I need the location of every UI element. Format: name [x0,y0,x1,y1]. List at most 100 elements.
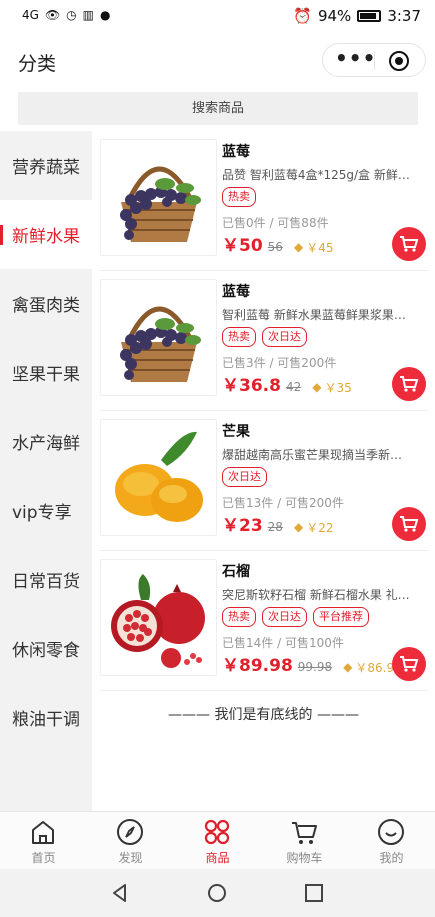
original-price: 42 [285,380,302,394]
sold-count: 已售14件 / 可售100件 [222,636,344,650]
sold-count: 已售13件 / 可售200件 [222,496,344,510]
vip-price-value: ￥35 [324,380,352,395]
product-image-grape-basket[interactable] [100,279,217,396]
add-to-cart-button[interactable] [392,647,426,681]
product-desc: 品赞 智利蓝莓4盒*125g/盒 新鲜… [222,168,410,182]
category-sidebar: 营养蔬菜 新鲜水果 禽蛋肉类 坚果干果 水产海鲜 vip专享 日常百货 休闲零食… [0,131,92,811]
add-to-cart-button[interactable] [392,227,426,261]
product-card[interactable]: 芒果 爆甜越南高乐蜜芒果现摘当季新… 次日达 已售13件 / 可售200件 ￥2… [92,411,435,551]
sidebar-item-daily[interactable]: 日常百货 [0,545,92,614]
recents-icon[interactable] [304,883,324,903]
sidebar-item-meat[interactable]: 禽蛋肉类 [0,269,92,338]
search-input[interactable]: 搜索商品 [18,92,418,125]
divider [100,690,428,691]
add-to-cart-button[interactable] [392,507,426,541]
close-target-icon[interactable] [389,51,409,71]
sidebar-item-fruits[interactable]: 新鲜水果 [0,200,92,269]
product-card[interactable]: 蓝莓 智利蓝莓 新鲜水果蓝莓鲜果浆果… 热卖 次日达 已售3件 / 可售200件… [92,271,435,411]
product-card[interactable]: 石榴 突尼斯软籽石榴 新鲜石榴水果 礼… 热卖 次日达 平台推荐 已售14件 /… [92,551,435,691]
tag-hot: 热卖 [222,187,256,207]
tab-home[interactable]: 首页 [0,812,87,870]
cart-icon [400,236,419,252]
tab-label: 首页 [31,851,56,865]
profile-icon [378,819,404,845]
tab-bar: 首页 发现 商品 购物车 我的 [0,811,435,869]
tab-products[interactable]: 商品 [174,812,261,870]
alarm-icon: ⏰ [293,7,312,25]
cart-icon [400,656,419,672]
cart-icon [400,376,419,392]
status-bar: 4G 👁 ◷ ▥ ● ⏰ 94% 3:37 [0,0,435,32]
sidebar-item-vegetables[interactable]: 营养蔬菜 [0,131,92,200]
tag-hot: 热卖 [222,607,256,627]
battery-icon [357,10,382,22]
price: ￥36.8 [222,376,281,396]
product-desc: 爆甜越南高乐蜜芒果现摘当季新… [222,448,403,462]
product-name: 芒果 [222,424,250,440]
grid-icon [204,819,230,845]
tag-hot: 热卖 [222,327,256,347]
sidebar-item-vip[interactable]: vip专享 [0,476,92,545]
back-icon[interactable] [110,883,130,903]
tag-next-day: 次日达 [262,607,307,627]
price-row: ￥50 56 ◆ ￥45 [222,231,333,256]
sidebar-item-snacks[interactable]: 休闲零食 [0,614,92,683]
product-image-mango[interactable] [100,419,217,536]
clock: 3:37 [387,7,421,25]
tab-discover[interactable]: 发现 [87,812,174,870]
sold-count: 已售3件 / 可售200件 [222,356,337,370]
end-of-list-note: ——— 我们是有底线的 ——— [168,707,359,723]
tab-label: 购物车 [286,851,323,865]
app-dot-icon: ● [100,8,111,22]
tab-profile[interactable]: 我的 [348,812,435,870]
diamond-icon: ◆ [293,240,304,254]
capsule-divider [374,52,375,70]
product-tags: 热卖 [222,187,256,207]
diamond-icon: ◆ [293,520,304,534]
price-row: ￥23 28 ◆ ￥22 [222,511,333,536]
vip-price: ◆ ￥45 [294,239,334,256]
tag-next-day: 次日达 [262,327,307,347]
product-name: 石榴 [222,564,250,580]
sidebar-item-grain-oil[interactable]: 粮油干调 [0,683,92,752]
product-tags: 次日达 [222,467,267,487]
tag-next-day: 次日达 [222,467,267,487]
notification-icon: ◷ [66,8,77,22]
tab-label: 我的 [379,851,404,865]
cart-icon [292,822,317,844]
signal-icon: 4G [22,8,39,22]
original-price: 56 [267,240,283,254]
original-price: 28 [267,520,283,534]
vip-price: ◆ ￥22 [294,519,334,536]
tab-label: 商品 [205,851,230,865]
page-title: 分类 [18,53,57,75]
mini-program-capsule: ••• [322,43,426,77]
product-image-pomegranate[interactable] [100,559,217,676]
product-tags: 热卖 次日达 平台推荐 [222,607,369,627]
home-icon [32,821,54,844]
product-desc: 突尼斯软籽石榴 新鲜石榴水果 礼… [222,588,410,602]
more-icon[interactable]: ••• [335,48,375,69]
diamond-icon: ◆ [312,380,322,394]
product-desc: 智利蓝莓 新鲜水果蓝莓鲜果浆果… [222,308,406,322]
vip-price: ◆ ￥35 [312,379,352,396]
price: ￥23 [222,516,263,536]
price: ￥50 [222,236,263,256]
product-image-grape-basket[interactable] [100,139,217,256]
tab-cart[interactable]: 购物车 [261,812,348,870]
product-tags: 热卖 次日达 [222,327,307,347]
vip-price-value: ￥22 [306,520,334,535]
sold-count: 已售0件 / 可售88件 [222,216,329,230]
home-circle-icon[interactable] [207,883,227,903]
sidebar-item-nuts[interactable]: 坚果干果 [0,338,92,407]
product-name: 蓝莓 [222,144,250,160]
original-price: 99.98 [297,660,333,674]
price-row: ￥36.8 42 ◆ ￥35 [222,371,352,396]
cart-icon [400,516,419,532]
sidebar-item-seafood[interactable]: 水产海鲜 [0,407,92,476]
add-to-cart-button[interactable] [392,367,426,401]
product-card[interactable]: 蓝莓 品赞 智利蓝莓4盒*125g/盒 新鲜… 热卖 已售0件 / 可售88件 … [92,131,435,271]
price: ￥89.98 [222,656,293,676]
product-name: 蓝莓 [222,284,250,300]
diamond-icon: ◆ [343,660,353,674]
